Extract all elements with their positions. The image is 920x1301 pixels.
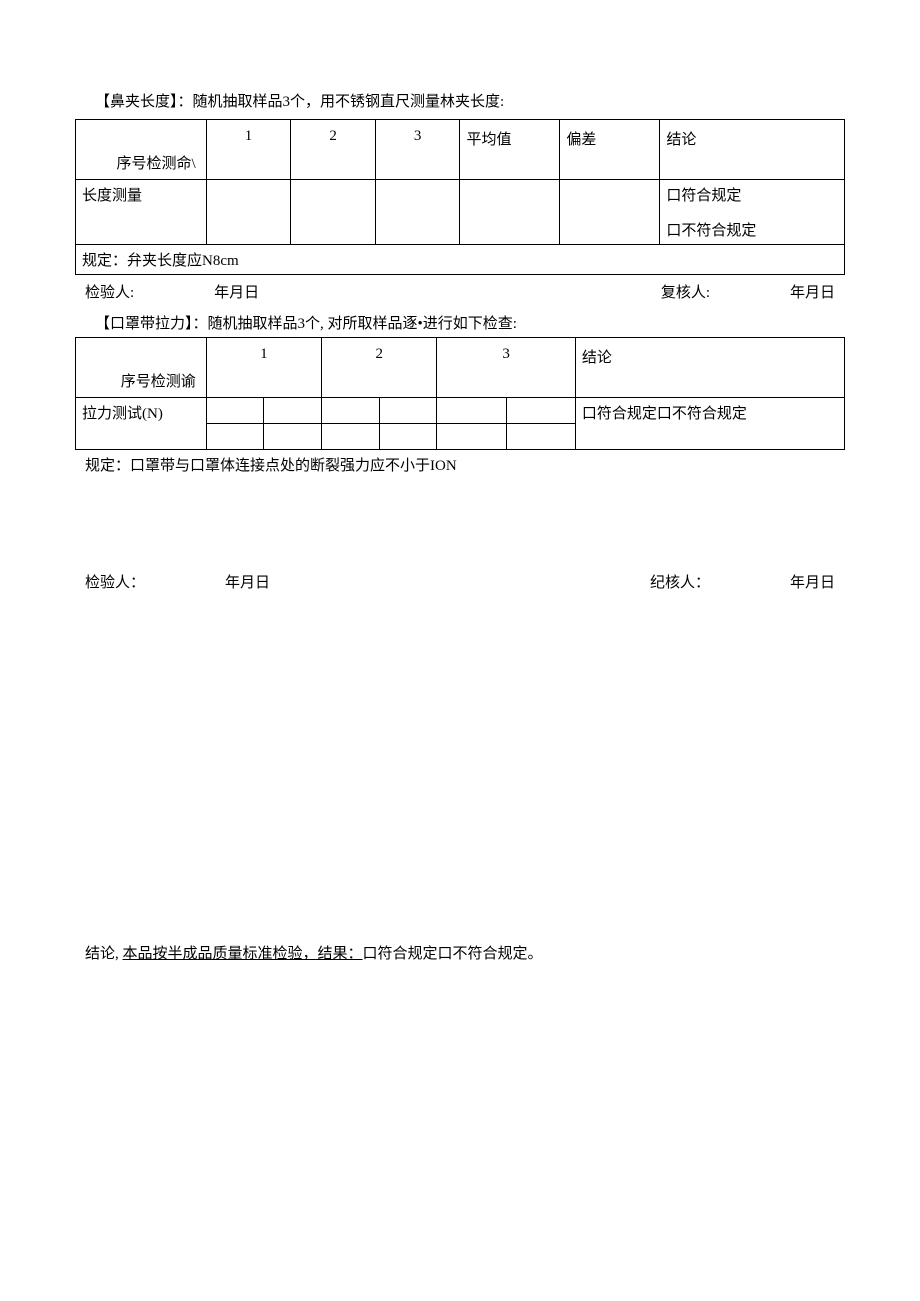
rule-1: 规定：弁夹长度应N8cm xyxy=(76,245,845,275)
col-3: 3 xyxy=(375,120,460,180)
col2-conclusion: 结论 xyxy=(575,338,844,398)
final-conclusion: 结论, 本品按半成品质量标准检验，结果：口符合规定口不符合规定。 xyxy=(75,942,845,963)
inspector-label-1: 检验人: xyxy=(85,281,134,302)
date-2a: 年月日 xyxy=(225,571,270,592)
cell2-3d xyxy=(506,424,575,450)
cell2-1d xyxy=(264,424,322,450)
cell-1 xyxy=(206,180,291,245)
cell2-1c xyxy=(206,424,264,450)
col2-2: 2 xyxy=(322,338,437,398)
conclusion-underlined: 本品按半成品质量标准检验，结果： xyxy=(123,946,363,962)
section2-title: 【口罩带拉力】：随机抽取样品3个, 对所取样品逐•进行如下检查: xyxy=(75,312,845,333)
row-pull-label: 拉力测试(N) xyxy=(76,398,207,450)
col2-1: 1 xyxy=(206,338,321,398)
table-strap-pull: 序号检测谕 1 2 3 结论 拉力测试(N) 口符合规定口不符合规定 xyxy=(75,337,845,450)
conclusion-prefix: 结论, xyxy=(85,946,123,962)
cell2-3c xyxy=(437,424,506,450)
col-2: 2 xyxy=(291,120,376,180)
reviewer-label-1: 复核人: xyxy=(661,281,710,302)
col2-3: 3 xyxy=(437,338,575,398)
cell-2 xyxy=(291,180,376,245)
cell2-2b xyxy=(379,398,437,424)
inspector-label-2: 检验人： xyxy=(85,571,145,592)
signature-line-2: 检验人： 年月日 纪核人： 年月日 xyxy=(75,571,845,592)
col-avg: 平均值 xyxy=(460,120,560,180)
table-nose-clip: 序号检测命\ 1 2 3 平均值 偏差 结论 长度测量 口符合规定 口不符合规定… xyxy=(75,119,845,275)
cell2-1b xyxy=(264,398,322,424)
date-2b: 年月日 xyxy=(790,571,835,592)
col-1: 1 xyxy=(206,120,291,180)
cell2-conclusion[interactable]: 口符合规定口不符合规定 xyxy=(575,398,844,450)
date-1b: 年月日 xyxy=(790,281,835,302)
cell2-1a xyxy=(206,398,264,424)
cell2-2a xyxy=(322,398,380,424)
row-length-label: 长度测量 xyxy=(76,180,207,245)
diag-header-2: 序号检测谕 xyxy=(76,338,207,398)
cell-3 xyxy=(375,180,460,245)
section1-title: 【鼻夹长度】：随机抽取样品3个，用不锈钢直尺测量林夹长度: xyxy=(75,90,845,111)
cell2-2d xyxy=(379,424,437,450)
diag-header-1: 序号检测命\ xyxy=(76,120,207,180)
cell2-2c xyxy=(322,424,380,450)
cell-dev xyxy=(560,180,660,245)
pass-checkbox[interactable]: 口符合规定 xyxy=(666,184,838,205)
col-dev: 偏差 xyxy=(560,120,660,180)
fail-checkbox[interactable]: 口不符合规定 xyxy=(666,219,838,240)
cell2-3a xyxy=(437,398,506,424)
rule-2: 规定：口罩带与口罩体连接点处的断裂强力应不小于ION xyxy=(75,454,845,475)
reviewer-label-2: 纪核人： xyxy=(650,571,710,592)
cell2-3b xyxy=(506,398,575,424)
cell-avg xyxy=(460,180,560,245)
conclusion-suffix: 口符合规定口不符合规定。 xyxy=(363,946,543,962)
signature-line-1: 检验人: 年月日 复核人: 年月日 xyxy=(75,281,845,302)
cell-conclusion: 口符合规定 口不符合规定 xyxy=(660,180,845,245)
col-conclusion: 结论 xyxy=(660,120,845,180)
date-1a: 年月日 xyxy=(214,281,259,302)
